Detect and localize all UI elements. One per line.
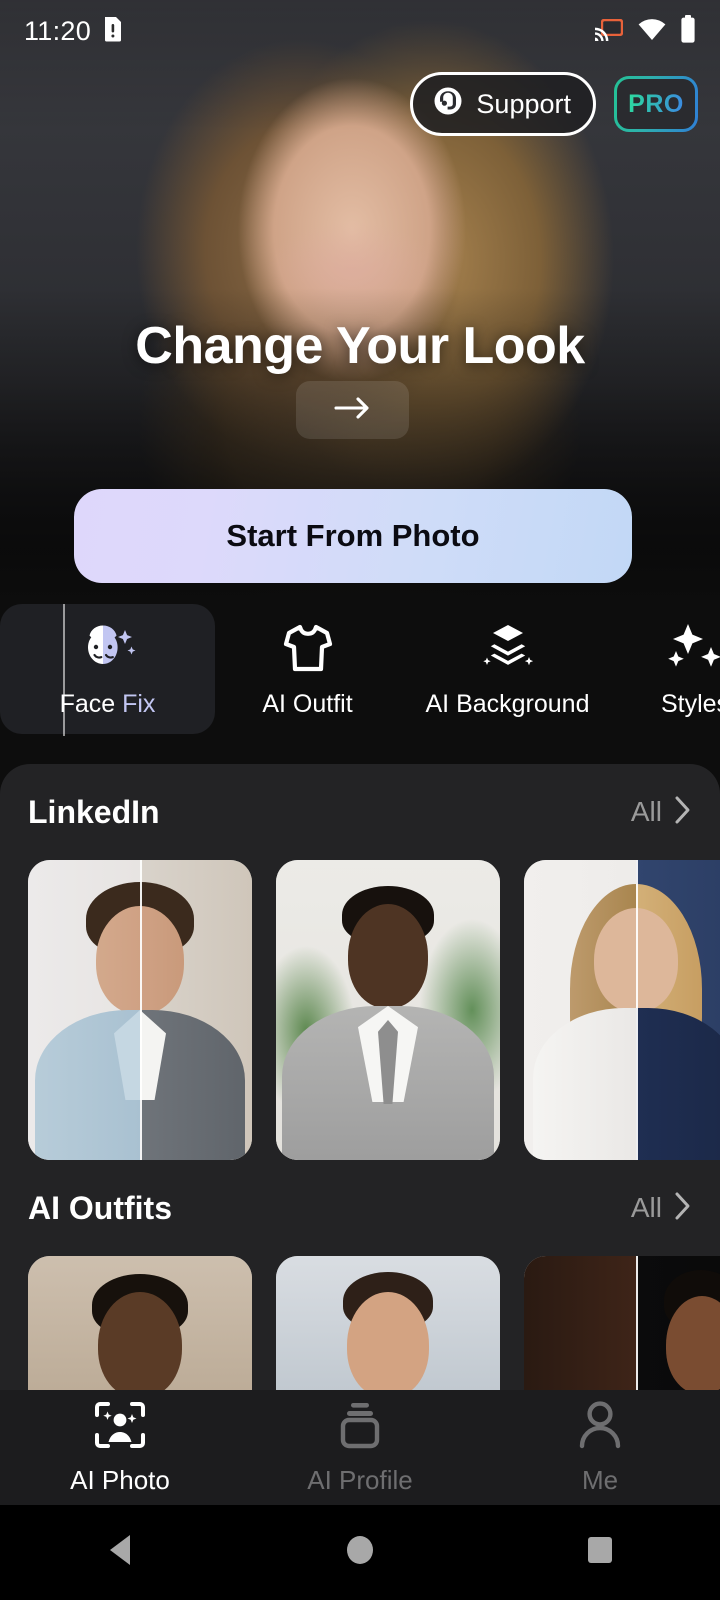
android-back-button[interactable]	[0, 1533, 240, 1572]
section-title-linkedin: LinkedIn	[28, 793, 160, 830]
section-all-label: All	[630, 1192, 662, 1223]
status-bar-left: 11:20	[24, 16, 123, 47]
arrow-right-icon	[333, 396, 373, 425]
nav-item-ai-photo-label: AI Photo	[70, 1465, 170, 1495]
nav-item-me-label: Me	[581, 1465, 619, 1495]
nav-item-ai-profile-label: AI Profile	[307, 1465, 413, 1495]
layers-sparkle-icon	[479, 620, 537, 676]
status-time: 11:20	[24, 15, 92, 46]
before-after-divider	[636, 860, 638, 1160]
status-bar-right	[594, 14, 696, 48]
section-all-ai-outfits[interactable]: All	[631, 1191, 692, 1226]
triangle-back-icon	[104, 1533, 136, 1572]
support-button[interactable]: Support	[410, 72, 596, 136]
before-after-divider	[62, 604, 65, 736]
bottom-navigation[interactable]: AI Photo AI Profile Me	[0, 1390, 720, 1505]
tab-ai-outfit-label: AI Outfit	[262, 689, 353, 718]
cards-stack-icon	[334, 1399, 386, 1456]
tab-styles[interactable]: Styles	[615, 604, 720, 734]
card-woman-white-top-to-navy-blazer[interactable]	[524, 860, 720, 1160]
tab-face-fix-label-a: Face	[59, 689, 123, 718]
android-recents-button[interactable]	[480, 1534, 720, 1571]
tab-ai-background[interactable]: AI Background	[400, 604, 615, 734]
person-icon	[575, 1399, 625, 1456]
circle-home-icon	[343, 1533, 377, 1572]
card-row-linkedin[interactable]	[0, 860, 720, 1160]
nav-item-ai-profile[interactable]: AI Profile	[240, 1390, 480, 1505]
hero-next-button[interactable]	[296, 381, 409, 439]
feature-tab-strip[interactable]: Face Fix AI Outfit AI Background Style	[0, 604, 720, 762]
sim-alert-icon	[103, 16, 123, 47]
section-header-ai-outfits: AI Outfits All	[0, 1160, 720, 1256]
content-panel: LinkedIn All AI Outfits All	[0, 764, 720, 1454]
section-title-ai-outfits: AI Outfits	[28, 1189, 172, 1226]
section-all-linkedin[interactable]: All	[631, 795, 692, 830]
pro-badge-button[interactable]: PRO	[614, 76, 698, 132]
headset-support-icon	[431, 84, 465, 125]
support-button-label: Support	[476, 88, 571, 119]
sparkles-icon	[664, 620, 720, 676]
section-all-label: All	[630, 796, 662, 827]
nav-item-me[interactable]: Me	[480, 1390, 720, 1505]
app-screen: 11:20 Support PRO Change Your Look Start…	[0, 0, 720, 1600]
tab-face-fix-label-b: Fix	[122, 689, 156, 718]
card-man-blue-shirt-to-grey-vest[interactable]	[28, 860, 252, 1160]
chevron-right-icon	[674, 1191, 692, 1226]
tab-ai-background-label: AI Background	[425, 689, 590, 718]
section-header-linkedin: LinkedIn All	[0, 764, 720, 860]
status-bar: 11:20	[0, 0, 720, 62]
android-home-button[interactable]	[240, 1533, 480, 1572]
hero-title: Change Your Look	[135, 317, 585, 375]
tab-ai-outfit[interactable]: AI Outfit	[215, 604, 400, 734]
pro-badge-label: PRO	[628, 89, 684, 118]
wifi-icon	[637, 17, 667, 46]
face-sparkle-icon	[77, 620, 139, 676]
square-recents-icon	[584, 1534, 616, 1571]
battery-icon	[680, 14, 696, 48]
start-from-photo-button[interactable]: Start From Photo	[74, 489, 632, 583]
hero-top-actions: Support PRO	[410, 72, 698, 136]
face-scan-icon	[92, 1399, 148, 1456]
tab-face-fix-label: Face Fix	[60, 690, 156, 719]
tab-face-fix[interactable]: Face Fix	[0, 604, 215, 736]
android-navigation-bar[interactable]	[0, 1505, 720, 1600]
nav-item-ai-photo[interactable]: AI Photo	[0, 1390, 240, 1505]
tab-styles-label: Styles	[660, 689, 720, 718]
card-man-grey-suit-plants[interactable]	[276, 860, 500, 1160]
before-after-divider	[140, 860, 142, 1160]
chevron-right-icon	[674, 795, 692, 830]
tshirt-icon	[281, 620, 335, 676]
cast-icon	[594, 17, 624, 46]
